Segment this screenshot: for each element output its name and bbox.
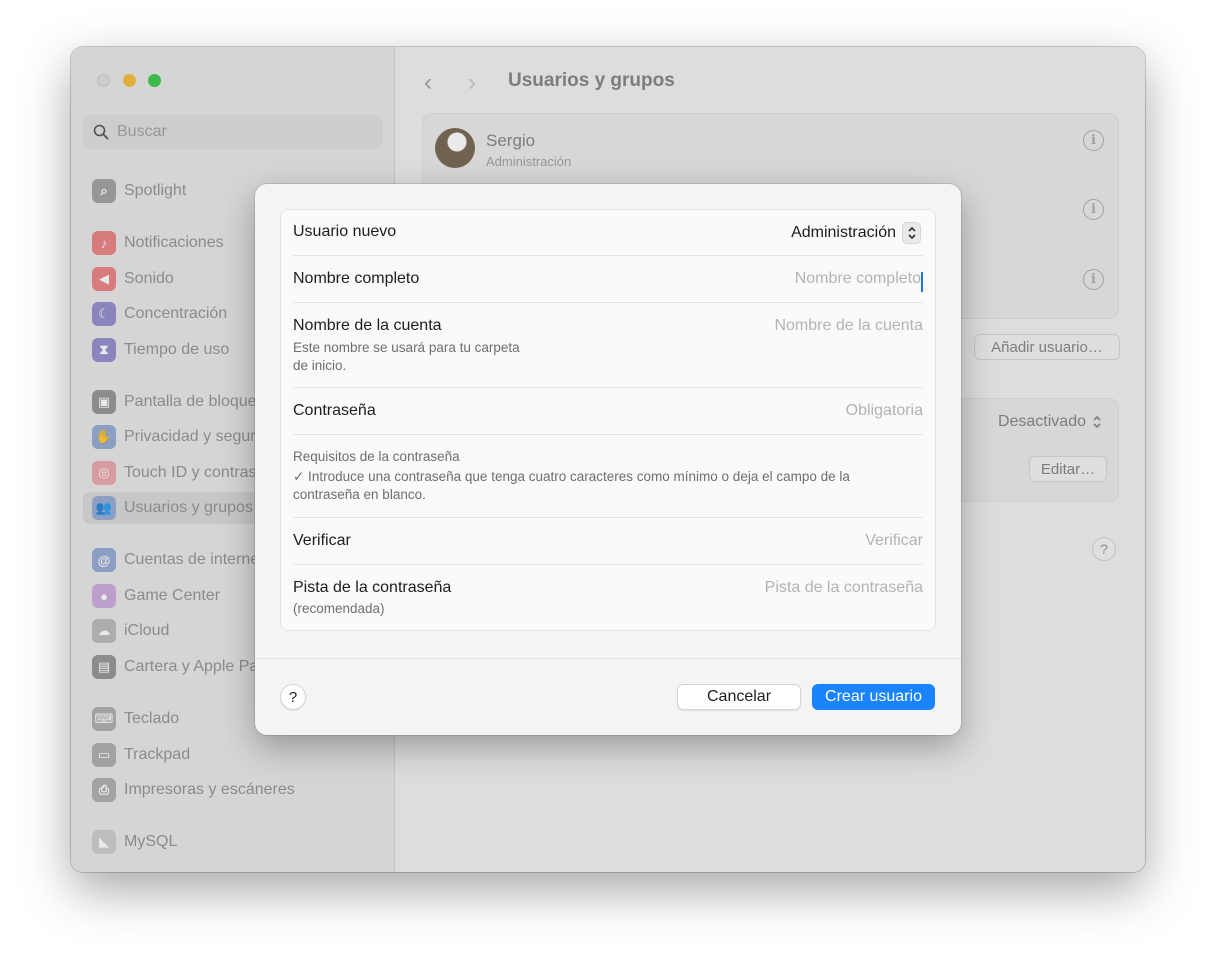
verify-input[interactable]: Verificar: [865, 532, 923, 550]
new-user-sheet: Usuario nuevo Administración Nombre comp…: [255, 184, 961, 735]
account-name-label: Nombre de la cuenta: [293, 317, 442, 334]
user-type-popup[interactable]: Administración: [791, 222, 921, 244]
password-label: Contraseña: [293, 402, 376, 419]
password-row: Contraseña Obligatoria: [293, 388, 923, 435]
requirements-title: Requisitos de la contraseña: [293, 449, 460, 464]
hint-row: Pista de la contraseña (recomendada) Pis…: [293, 565, 923, 631]
full-name-row: Nombre completo Nombre completo: [293, 256, 923, 303]
requirements-line: ✓ Introduce una contraseña que tenga cua…: [293, 469, 850, 484]
new-user-type-row: Usuario nuevo Administración: [293, 210, 923, 256]
hint-recommended: (recomendada): [293, 601, 385, 616]
password-input[interactable]: Obligatoria: [846, 402, 923, 420]
full-name-label: Nombre completo: [293, 270, 420, 287]
account-name-input[interactable]: Nombre de la cuenta: [774, 317, 923, 335]
create-user-button[interactable]: Crear usuario: [812, 684, 935, 710]
cancel-button[interactable]: Cancelar: [677, 684, 801, 710]
new-user-form: Usuario nuevo Administración Nombre comp…: [280, 209, 936, 631]
password-requirements: Requisitos de la contraseña ✓ Introduce …: [293, 435, 923, 518]
account-name-row: Nombre de la cuenta Este nombre se usará…: [293, 303, 923, 388]
hint-label: Pista de la contraseña: [293, 579, 452, 596]
help-button[interactable]: ?: [280, 684, 306, 710]
new-user-label: Usuario nuevo: [293, 223, 397, 240]
account-name-hint: Este nombre se usará para tu carpeta: [293, 340, 520, 355]
account-name-hint-2: de inicio.: [293, 358, 347, 373]
verify-row: Verificar Verificar: [293, 518, 923, 565]
sheet-divider: [255, 658, 961, 659]
full-name-input[interactable]: Nombre completo: [795, 270, 921, 288]
chevron-updown-icon: [902, 222, 921, 244]
requirements-line-2: contraseña en blanco.: [293, 487, 426, 502]
hint-input[interactable]: Pista de la contraseña: [765, 579, 923, 597]
text-caret: [921, 272, 923, 292]
verify-label: Verificar: [293, 532, 351, 549]
user-type-value: Administración: [791, 224, 896, 241]
